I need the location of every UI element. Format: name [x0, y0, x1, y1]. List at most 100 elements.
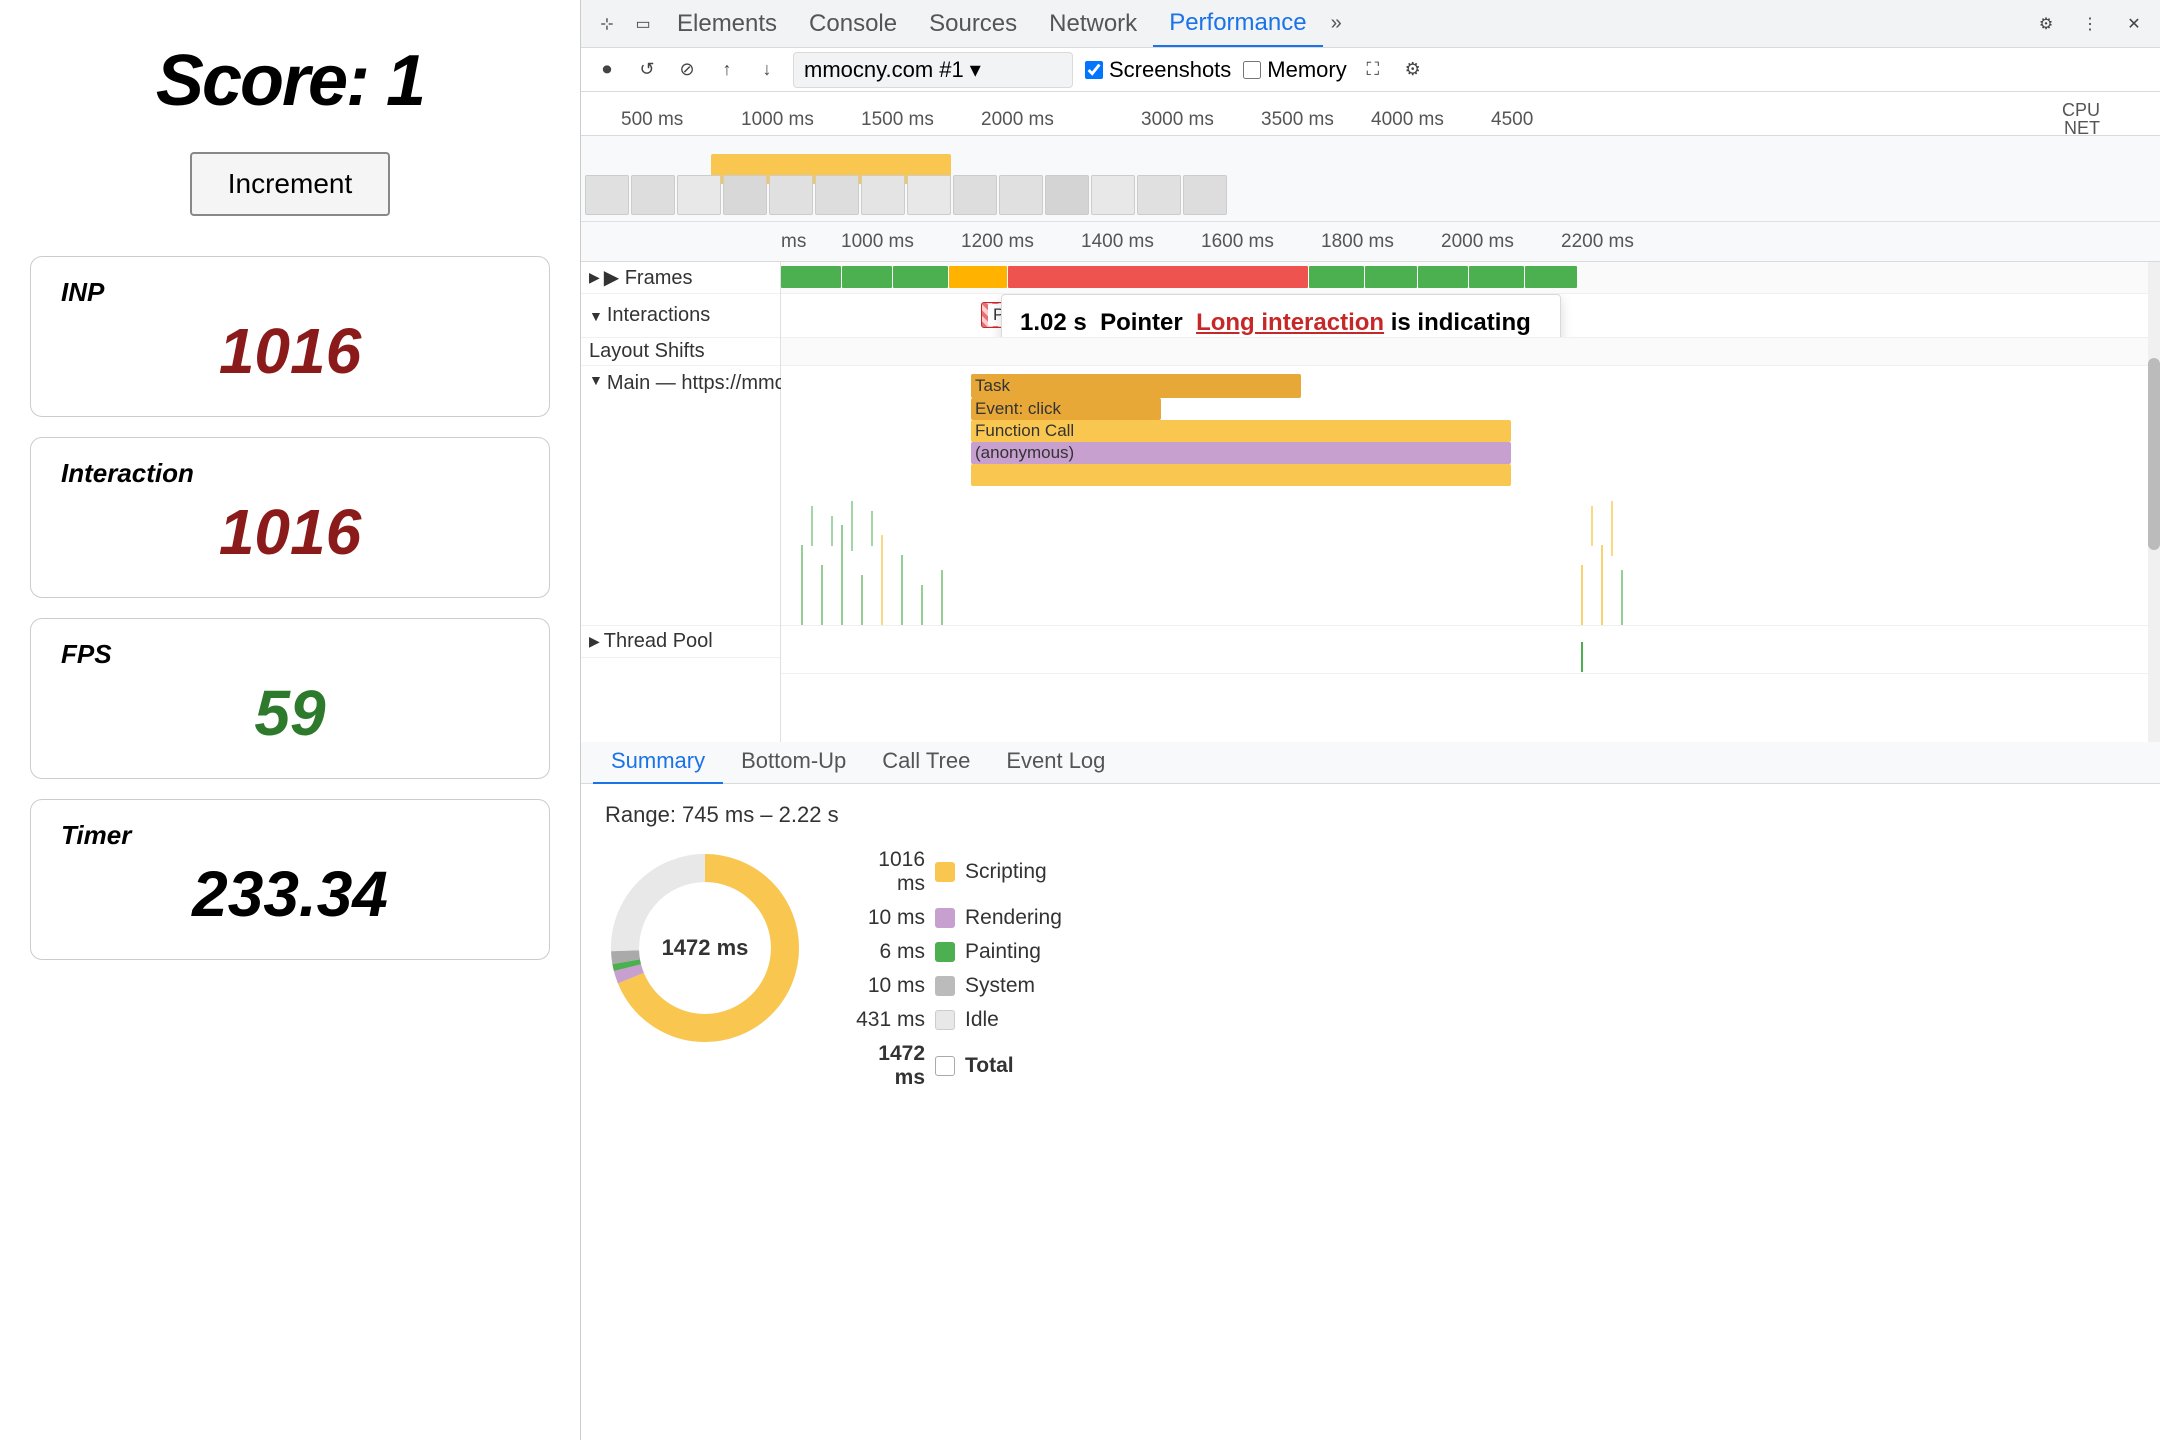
main-track: Task Event: click Function Call (anonymo… [781, 366, 2160, 626]
interaction-card: Interaction 1016 [30, 437, 550, 598]
memory-checkbox[interactable] [1243, 61, 1261, 79]
legend-scripting: 1016 ms Scripting [845, 848, 1062, 896]
tab-bottom-up[interactable]: Bottom-Up [723, 742, 864, 784]
thread-pool-label[interactable]: ▶ Thread Pool [581, 626, 780, 658]
reload-button[interactable]: ↺ [633, 56, 661, 84]
function-call-bar[interactable]: Function Call [971, 420, 1511, 442]
system-ms: 10 ms [845, 974, 925, 998]
tab-call-tree[interactable]: Call Tree [864, 742, 988, 784]
tab-sources[interactable]: Sources [913, 2, 1033, 46]
idle-label: Idle [965, 1008, 999, 1032]
screenshot-thumb [677, 175, 721, 215]
interactions-label-text: Interactions [607, 304, 710, 327]
layout-shifts-label[interactable]: Layout Shifts [581, 338, 780, 366]
rendering-label: Rendering [965, 906, 1062, 930]
tab-summary[interactable]: Summary [593, 742, 723, 784]
anonymous-bar[interactable]: (anonymous) [971, 442, 1511, 464]
close-icon[interactable]: ✕ [2116, 6, 2152, 42]
capture-settings-icon[interactable]: ⛶ [1359, 56, 1387, 84]
timeline-inner: ▶ ▶ Frames ▼ Interactions Layout Shifts … [581, 262, 2160, 742]
thread-pool-track [781, 626, 2160, 674]
bottom-tabs: Summary Bottom-Up Call Tree Event Log [581, 742, 2160, 784]
devtools-nav: ⊹ ▭ Elements Console Sources Network Per… [581, 0, 2160, 48]
url-text: mmocny.com #1 [804, 57, 964, 83]
screenshots-row [581, 175, 2160, 215]
rendering-swatch [935, 908, 955, 928]
timer-value: 233.34 [61, 857, 519, 931]
inp-card: INP 1016 [30, 256, 550, 417]
memory-group: Memory [1243, 57, 1346, 83]
scripting-label: Scripting [965, 860, 1047, 884]
act-line2 [1611, 501, 1613, 556]
upload-button[interactable]: ↑ [713, 56, 741, 84]
timer-label: Timer [61, 820, 519, 851]
screenshots-label: Screenshots [1109, 57, 1231, 83]
thread-pool-text: Thread Pool [604, 630, 713, 653]
act-line2 [851, 501, 853, 551]
interaction-tooltip: 1.02 s Pointer Long interaction is indic… [1001, 294, 1561, 338]
screenshot-thumb [1045, 175, 1089, 215]
screenshots-checkbox[interactable] [1085, 61, 1103, 79]
frame-block [1525, 266, 1577, 288]
r2-1800: 1800 ms [1321, 231, 1394, 253]
tab-console[interactable]: Console [793, 2, 913, 46]
thread-pool-arrow: ▶ [589, 633, 600, 650]
event-click-bar[interactable]: Event: click [971, 398, 1161, 420]
frames-track-label[interactable]: ▶ ▶ Frames [581, 262, 780, 294]
legend-system: 10 ms System [845, 974, 1062, 998]
summary-content: Range: 745 ms – 2.22 s [581, 784, 2160, 1440]
interaction-value: 1016 [61, 495, 519, 569]
main-track-label[interactable]: ▼ Main — https://mmocny.co [581, 366, 780, 626]
task-bar[interactable]: Task [971, 374, 1301, 398]
timeline-tracks: ▶ ▶ Frames ▼ Interactions Layout Shifts … [581, 262, 2160, 742]
idle-ms: 431 ms [845, 1008, 925, 1032]
tab-event-log[interactable]: Event Log [988, 742, 1123, 784]
screenshot-thumb [953, 175, 997, 215]
download-button[interactable]: ↓ [753, 56, 781, 84]
legend-rendering: 10 ms Rendering [845, 906, 1062, 930]
more-tabs-icon[interactable]: » [1323, 4, 1350, 43]
tab-performance[interactable]: Performance [1153, 1, 1322, 47]
system-swatch [935, 976, 955, 996]
act-line2 [1591, 506, 1593, 546]
clear-button[interactable]: ⊘ [673, 56, 701, 84]
frame-block [1418, 266, 1468, 288]
fps-value: 59 [61, 676, 519, 750]
interactions-track: Pointer 1.02 s Pointer Long interaction … [781, 294, 2160, 338]
donut-center-text: 1472 ms [662, 935, 749, 961]
devtools-panel: ⊹ ▭ Elements Console Sources Network Per… [580, 0, 2160, 1440]
net-label: NET [2064, 118, 2100, 136]
fps-label: FPS [61, 639, 519, 670]
perf-settings-icon[interactable]: ⚙ [1399, 56, 1427, 84]
settings-icon[interactable]: ⚙ [2028, 6, 2064, 42]
overflow-icon[interactable]: ⋮ [2072, 6, 2108, 42]
record-button[interactable]: ⏺ [593, 56, 621, 84]
tooltip-link[interactable]: Long interaction [1196, 309, 1384, 336]
increment-button[interactable]: Increment [190, 152, 391, 216]
url-dropdown-icon[interactable]: ▾ [970, 57, 981, 83]
device-icon[interactable]: ▭ [625, 6, 661, 42]
score-title: Score: 1 [156, 40, 424, 122]
tab-network[interactable]: Network [1033, 2, 1153, 46]
ruler-tick-2000: 2000 ms [981, 109, 1054, 131]
screenshot-thumb [999, 175, 1043, 215]
inspect-icon[interactable]: ⊹ [589, 6, 625, 42]
minimap [581, 136, 2160, 222]
layout-shifts-text: Layout Shifts [589, 340, 705, 363]
screenshot-thumb [1183, 175, 1227, 215]
left-panel: Score: 1 Increment INP 1016 Interaction … [0, 0, 580, 1440]
frame-block [893, 266, 948, 288]
interactions-arrow: ▼ [589, 308, 603, 324]
screenshot-thumb [723, 175, 767, 215]
interactions-track-label[interactable]: ▼ Interactions [581, 294, 780, 338]
ruler-tick-500: 500 ms [621, 109, 683, 131]
interaction-label: Interaction [61, 458, 519, 489]
frame-block [842, 266, 892, 288]
frames-arrow: ▶ [589, 269, 600, 286]
scrollbar-thumb[interactable] [2148, 358, 2160, 550]
tab-elements[interactable]: Elements [661, 2, 793, 46]
layout-shifts-track [781, 338, 2160, 366]
minimap-ruler: 500 ms 1000 ms 1500 ms 2000 ms 3000 ms 3… [581, 92, 2160, 136]
sub-task-bar[interactable] [971, 464, 1511, 486]
scrollbar-track[interactable] [2148, 262, 2160, 742]
